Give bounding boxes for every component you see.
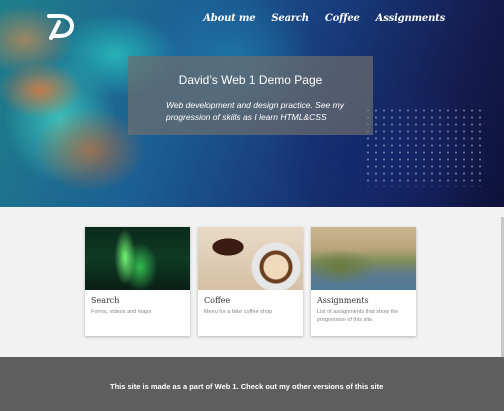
card-search[interactable]: Search Forms, videos and maps — [85, 227, 190, 336]
card-grid: Search Forms, videos and maps Coffee Men… — [85, 227, 416, 336]
card-description: Forms, videos and maps — [91, 309, 152, 315]
footer: This site is made as a part of Web 1. Ch… — [0, 357, 504, 411]
nav-about-me[interactable]: About me — [203, 13, 255, 24]
card-description: List of assignments that show the progre… — [317, 309, 399, 323]
hero-text-box: David’s Web 1 Demo Page Web development … — [128, 56, 373, 135]
page-title: David’s Web 1 Demo Page — [178, 73, 323, 87]
nav-assignments[interactable]: Assignments — [376, 13, 446, 24]
coast-image — [311, 227, 416, 290]
coffee-image — [198, 227, 303, 290]
hero-banner: About me Search Coffee Assignments David… — [0, 0, 504, 207]
footer-text: This site is made as a part of Web 1. Ch… — [110, 382, 384, 391]
card-title: Assignments — [317, 296, 369, 305]
logo-icon[interactable] — [46, 12, 76, 40]
card-coffee[interactable]: Coffee Menu for a fake coffee shop — [198, 227, 303, 336]
nav-search[interactable]: Search — [271, 13, 309, 24]
card-title: Search — [91, 296, 120, 305]
hero-stars — [364, 107, 484, 187]
card-assignments[interactable]: Assignments List of assignments that sho… — [311, 227, 416, 336]
card-description: Menu for a fake coffee shop — [204, 309, 273, 315]
card-title: Coffee — [204, 296, 231, 305]
aurora-image — [85, 227, 190, 290]
page-subtitle: Web development and design practice. See… — [166, 100, 344, 122]
nav-coffee[interactable]: Coffee — [325, 13, 360, 24]
main-nav: About me Search Coffee Assignments — [203, 13, 445, 24]
